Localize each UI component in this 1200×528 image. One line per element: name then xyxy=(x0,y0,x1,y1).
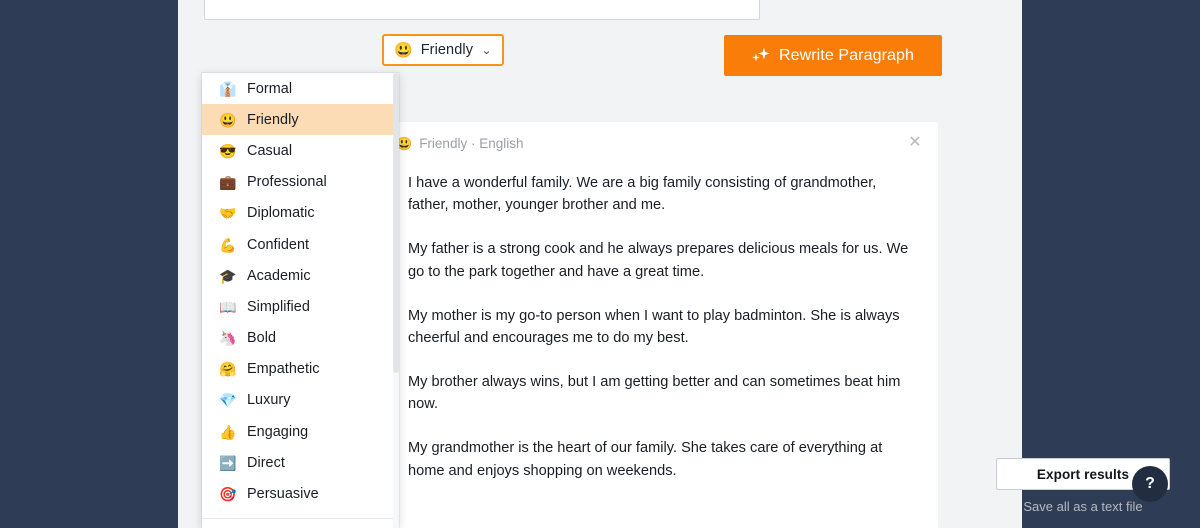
smiling-face-icon: 😃 xyxy=(219,111,237,128)
result-paragraph: My mother is my go-to person when I want… xyxy=(408,307,900,346)
result-body: I have a wonderful family. We are a big … xyxy=(382,164,938,482)
tone-option-simplified[interactable]: 📖 Simplified xyxy=(202,291,399,322)
tone-dropdown-list: 👔 Formal 😃 Friendly 😎 Casual 💼 Professional 🤝 Dip… xyxy=(202,73,399,528)
result-card: 😃 Friendly · English ✕ I have a wonderfu… xyxy=(382,122,938,528)
result-paragraph: My father is a strong cook and he always… xyxy=(408,241,909,280)
tone-option-label: Engaging xyxy=(247,423,309,440)
tone-option-label: Persuasive xyxy=(247,486,319,503)
dropdown-scrollbar-thumb[interactable] xyxy=(393,73,399,373)
rewrite-paragraph-button[interactable]: Rewrite Paragraph xyxy=(724,35,942,76)
tone-option-formal[interactable]: 👔 Formal xyxy=(202,73,399,104)
chevron-down-icon: ⌄ xyxy=(481,44,492,57)
tone-option-casual[interactable]: 😎 Casual xyxy=(202,135,399,166)
tone-option-label: Simplified xyxy=(247,298,310,315)
result-meta: 😃 Friendly · English xyxy=(396,136,523,151)
tone-option-label: Casual xyxy=(247,142,293,159)
tone-option-luxury[interactable]: 💎 Luxury xyxy=(202,385,399,416)
tone-option-empathetic[interactable]: 🤗 Empathetic xyxy=(202,354,399,385)
rewrite-button-label: Rewrite Paragraph xyxy=(778,46,915,64)
dropdown-scrollbar[interactable] xyxy=(393,73,399,528)
thumbs-up-icon: 👍 xyxy=(219,423,237,440)
result-paragraph: My brother always wins, but I am getting… xyxy=(408,374,901,413)
close-icon[interactable]: ✕ xyxy=(902,130,928,156)
result-paragraph: I have a wonderful family. We are a big … xyxy=(408,175,877,214)
tone-select-label: Friendly xyxy=(420,42,474,58)
menu-divider xyxy=(202,518,399,519)
result-card-header: 😃 Friendly · English ✕ xyxy=(382,122,938,164)
dart-target-icon: 🎯 xyxy=(219,486,237,503)
tone-option-label: Formal xyxy=(247,80,293,97)
tone-option-label: Bold xyxy=(247,330,277,347)
sunglasses-face-icon: 😎 xyxy=(219,142,237,159)
tone-option-diplomatic[interactable]: 🤝 Diplomatic xyxy=(202,198,399,229)
flexed-biceps-icon: 💪 xyxy=(219,236,237,253)
app-root: 😃 Friendly ⌄ Rewrite Paragraph 😃 Friendl… xyxy=(0,0,1200,528)
gem-icon: 💎 xyxy=(219,392,237,409)
tone-option-label: Luxury xyxy=(247,392,291,409)
result-paragraph: My grandmother is the heart of our famil… xyxy=(408,440,883,479)
tone-option-academic[interactable]: 🎓 Academic xyxy=(202,260,399,291)
tone-option-friendly[interactable]: 😃 Friendly xyxy=(202,104,399,136)
hugging-face-icon: 🤗 xyxy=(219,361,237,378)
tone-option-confident[interactable]: 💪 Confident xyxy=(202,229,399,260)
tone-option-label: Friendly xyxy=(247,111,299,128)
tone-option-engaging[interactable]: 👍 Engaging xyxy=(202,416,399,447)
sparkles-icon xyxy=(752,47,770,65)
help-button[interactable]: ? xyxy=(1132,466,1168,502)
tone-option-label: Academic xyxy=(247,267,311,284)
right-arrow-icon: ➡️ xyxy=(219,454,237,471)
tone-option-professional[interactable]: 💼 Professional xyxy=(202,167,399,198)
tone-select-button[interactable]: 😃 Friendly ⌄ xyxy=(382,34,505,66)
tone-option-label: Diplomatic xyxy=(247,205,315,222)
handshake-icon: 🤝 xyxy=(219,205,237,222)
necktie-icon: 👔 xyxy=(219,80,237,97)
tone-option-bold[interactable]: 🦄 Bold xyxy=(202,323,399,354)
unicorn-icon: 🦄 xyxy=(219,330,237,347)
tone-option-label: Confident xyxy=(247,236,310,253)
tone-option-direct[interactable]: ➡️ Direct xyxy=(202,447,399,478)
smiling-face-icon: 😃 xyxy=(394,41,413,59)
tone-option-label: Professional xyxy=(247,174,327,191)
tone-dropdown-menu[interactable]: 👔 Formal 😃 Friendly 😎 Casual 💼 Professional 🤝 Dip… xyxy=(202,73,399,528)
result-meta-label: Friendly · English xyxy=(419,135,524,151)
source-text-input[interactable] xyxy=(204,0,760,20)
tone-option-persuasive[interactable]: 🎯 Persuasive xyxy=(202,478,399,509)
briefcase-icon: 💼 xyxy=(219,174,237,191)
tone-option-label: Direct xyxy=(247,454,285,471)
graduation-cap-icon: 🎓 xyxy=(219,267,237,284)
tone-option-label: Empathetic xyxy=(247,361,320,378)
open-book-icon: 📖 xyxy=(219,298,237,315)
editor-column xyxy=(204,0,760,25)
